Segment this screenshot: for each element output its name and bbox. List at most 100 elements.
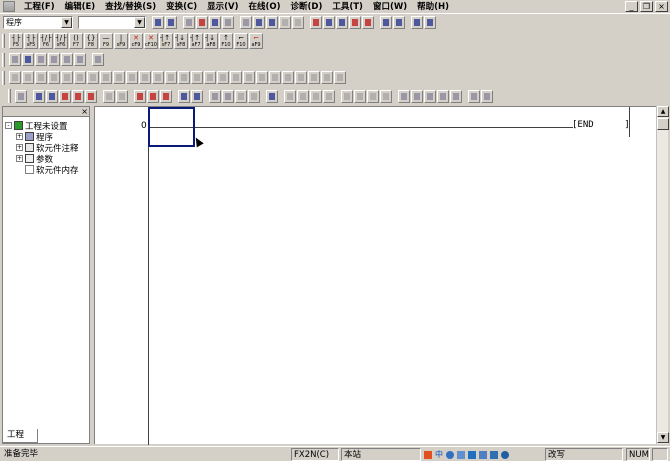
sfc-symbol-icon[interactable]	[243, 71, 255, 84]
ime-punct-icon[interactable]	[457, 450, 465, 459]
data-view-icon[interactable]	[398, 89, 410, 103]
scroll-down-icon[interactable]: ▼	[657, 432, 669, 443]
sfc-symbol-icon[interactable]	[139, 71, 151, 84]
sfc-branch-icon[interactable]	[74, 53, 86, 66]
ime-settings-icon[interactable]	[501, 450, 509, 459]
invert-button[interactable]: ↑ F10	[219, 33, 233, 49]
program-type-select[interactable]: 程序 ▼	[3, 16, 73, 29]
monitor-write-icon[interactable]	[424, 16, 436, 29]
ime-toolbar[interactable]: 中	[424, 448, 509, 461]
skip-icon[interactable]	[235, 89, 247, 103]
zoom-out-icon[interactable]	[393, 16, 405, 29]
statement-write-icon[interactable]	[147, 89, 159, 103]
sfc-symbol-icon[interactable]	[191, 71, 203, 84]
vertical-line-button[interactable]: | sF9	[114, 33, 128, 49]
sfc-symbol-icon[interactable]	[100, 71, 112, 84]
ime-moon-icon[interactable]	[446, 450, 454, 459]
note-write-icon[interactable]	[160, 89, 172, 103]
ladder-view-icon[interactable]	[33, 89, 45, 103]
sfc-symbol-icon[interactable]	[295, 71, 307, 84]
menu-project[interactable]: 工程(F)	[19, 0, 60, 14]
sfc-comment-icon[interactable]	[92, 53, 104, 66]
undo-icon[interactable]	[279, 16, 291, 29]
bar-graph-3-icon[interactable]	[450, 89, 462, 103]
print-preview-icon[interactable]	[468, 89, 480, 103]
transfer-icon[interactable]	[152, 16, 164, 29]
sfc-symbol-icon[interactable]	[48, 71, 60, 84]
tree-node-parameter[interactable]: + 参数	[5, 153, 89, 165]
partial-execute-icon[interactable]	[248, 89, 260, 103]
buffer-monitor-icon[interactable]	[310, 89, 322, 103]
sfc-symbol-icon[interactable]	[334, 71, 346, 84]
tree-node-device-comment[interactable]: + 软元件注释	[5, 142, 89, 154]
monitor-icon[interactable]	[411, 16, 423, 29]
expand-icon[interactable]: +	[16, 144, 23, 151]
expand-icon[interactable]: +	[16, 133, 23, 140]
sfc-symbol-icon[interactable]	[204, 71, 216, 84]
menu-window[interactable]: 窗口(W)	[368, 0, 412, 14]
find-instruction-icon[interactable]	[323, 16, 335, 29]
new-file-icon[interactable]	[183, 16, 195, 29]
entry-monitor-icon[interactable]	[297, 89, 309, 103]
ladder-editor[interactable]: 0 [END ]	[94, 106, 656, 445]
menu-edit[interactable]: 编辑(E)	[60, 0, 101, 14]
sfc-step-icon[interactable]	[9, 53, 21, 66]
list-icon[interactable]	[15, 89, 27, 103]
menu-tools[interactable]: 工具(T)	[327, 0, 368, 14]
sfc-symbol-icon[interactable]	[61, 71, 73, 84]
rising-edge-contact-button[interactable]: ┤↑├ sF7	[159, 33, 173, 49]
sfc-symbol-icon[interactable]	[152, 71, 164, 84]
sfc-symbol-icon[interactable]	[308, 71, 320, 84]
cpu-status-icon[interactable]	[367, 89, 379, 103]
bar-graph-2-icon[interactable]	[437, 89, 449, 103]
sfc-symbol-icon[interactable]	[321, 71, 333, 84]
delete-line-button[interactable]: ⌐ aF9	[249, 33, 263, 49]
close-icon[interactable]: ×	[81, 107, 88, 116]
sfc-symbol-icon[interactable]	[113, 71, 125, 84]
copy-icon[interactable]	[253, 16, 265, 29]
vertical-scrollbar[interactable]: ▲ ▼	[656, 106, 669, 444]
menu-convert[interactable]: 变换(C)	[161, 0, 202, 14]
device-test-icon[interactable]	[191, 89, 203, 103]
diagnostic-icon[interactable]	[341, 89, 353, 103]
instruction-list-icon[interactable]	[46, 89, 58, 103]
step-execute-icon[interactable]	[222, 89, 234, 103]
chevron-down-icon[interactable]: ▼	[134, 17, 145, 28]
step-icon[interactable]	[209, 89, 221, 103]
delete-vertical-line-button[interactable]: ✕ cF10	[144, 33, 158, 49]
memory-check-icon[interactable]	[380, 89, 392, 103]
menu-diagnostics[interactable]: 诊断(D)	[286, 0, 328, 14]
tree-node-device-memory[interactable]: 软元件内存	[5, 164, 89, 176]
expand-icon[interactable]: +	[16, 155, 23, 162]
ime-tools-icon[interactable]	[490, 450, 498, 459]
minimize-button[interactable]: _	[625, 1, 638, 12]
comment-edit-icon[interactable]	[362, 16, 374, 29]
edit-cursor[interactable]	[148, 107, 195, 147]
open-contact-parallel-button[interactable]: ┤├ sF5	[24, 33, 38, 49]
note-view-icon[interactable]	[85, 89, 97, 103]
closed-contact-parallel-button[interactable]: ┤/├ sF6	[54, 33, 68, 49]
open-contact-button[interactable]: ┤├ F5	[9, 33, 23, 49]
sampling-trace-icon[interactable]	[266, 89, 278, 103]
replace-icon[interactable]	[349, 16, 361, 29]
sfc-symbol-icon[interactable]	[256, 71, 268, 84]
menu-find-replace[interactable]: 查找/替换(S)	[100, 0, 161, 14]
find-step-icon[interactable]	[336, 16, 348, 29]
draw-line-button[interactable]: ⌐ F10	[234, 33, 248, 49]
horizontal-line-button[interactable]: — F9	[99, 33, 113, 49]
device-monitor-icon[interactable]	[323, 89, 335, 103]
tree-node-program[interactable]: + 程序	[5, 131, 89, 143]
alias-icon[interactable]	[103, 89, 115, 103]
sfc-end-icon[interactable]	[61, 53, 73, 66]
zoom-in-icon[interactable]	[380, 16, 392, 29]
restore-button[interactable]: ❐	[640, 1, 653, 12]
timing-chart-icon[interactable]	[284, 89, 296, 103]
menu-view[interactable]: 显示(V)	[202, 0, 243, 14]
macro-icon[interactable]	[116, 89, 128, 103]
cut-icon[interactable]	[240, 16, 252, 29]
sfc-symbol-icon[interactable]	[230, 71, 242, 84]
comment-view-icon[interactable]	[59, 89, 71, 103]
scroll-up-icon[interactable]: ▲	[657, 106, 669, 117]
report-icon[interactable]	[481, 89, 493, 103]
redo-icon[interactable]	[292, 16, 304, 29]
